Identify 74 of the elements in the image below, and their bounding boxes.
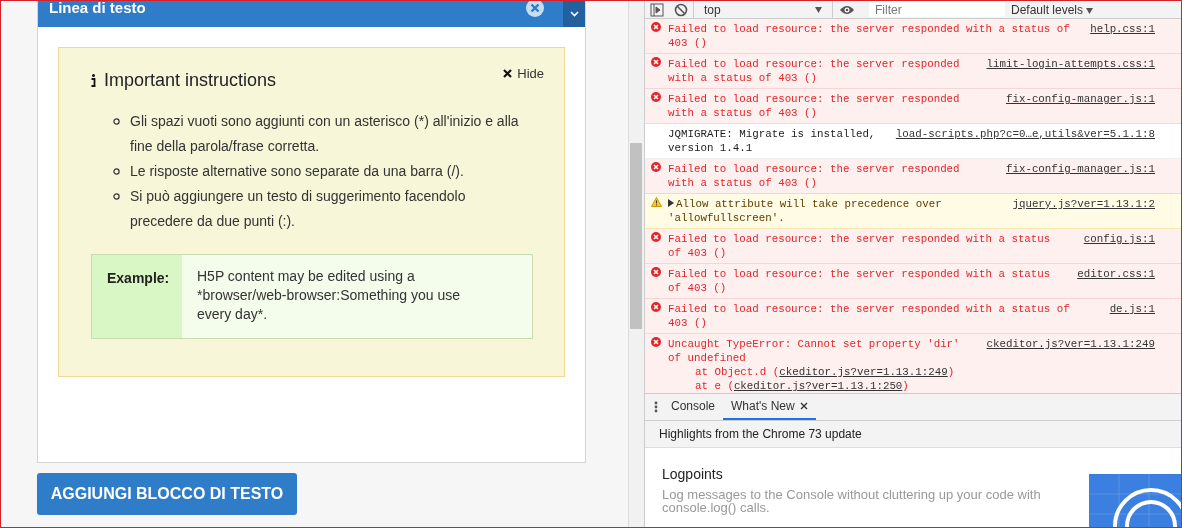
info-icon xyxy=(91,74,96,87)
source-link[interactable]: ckeditor.js?ver=1.13.1:249 xyxy=(986,337,1155,351)
message-text: with a status of 403 () xyxy=(668,106,818,120)
source-link[interactable]: de.js:1 xyxy=(1109,302,1155,316)
feature-description: Log messages to the Console without cluttering up your code with console.log() calls. xyxy=(662,488,1042,514)
whats-new-heading: Highlights from the Chrome 73 update xyxy=(645,421,1181,448)
collapse-button[interactable] xyxy=(563,1,585,27)
source-link[interactable]: editor.css:1 xyxy=(1077,267,1155,281)
context-select[interactable]: top xyxy=(693,1,833,18)
hide-button[interactable]: Hide xyxy=(503,66,544,81)
message-text: with a status of 403 () xyxy=(668,176,818,190)
editor-title: Linea di testo xyxy=(48,1,147,15)
stack-link[interactable]: ckeditor.js?ver=1.13.1:250 xyxy=(733,380,903,392)
message-text: of 403 () xyxy=(668,246,727,260)
message-text: of undefined xyxy=(668,351,746,365)
error-icon xyxy=(651,92,661,102)
message-text: JQMIGRATE: Migrate is installed, xyxy=(668,127,876,141)
close-icon xyxy=(503,69,513,78)
example-text: H5P content may be edited using a *browser/web-browser:Something you use every day*. xyxy=(196,267,461,324)
message-text: of 403 () xyxy=(668,281,727,295)
message-text: Uncaught TypeError: Cannot set property 'dir' xyxy=(668,337,960,351)
source-link[interactable]: fix-config-manager.js:1 xyxy=(1005,92,1155,106)
drawer-tab[interactable]: Console xyxy=(663,394,724,420)
bullet-icon xyxy=(113,168,120,175)
close-icon[interactable] xyxy=(799,402,808,410)
instructions-title: Important instructions xyxy=(104,70,277,91)
message-text: Failed to load resource: the server responded xyxy=(668,57,960,71)
example-label: Example: xyxy=(92,255,182,338)
message-text: Failed to load resource: the server responded xyxy=(668,162,960,176)
source-link[interactable]: load-scripts.php?c=0…e,utils&ver=5.1.1:8 xyxy=(895,127,1155,141)
message-text: Allow attribute will take precedence over xyxy=(668,197,942,211)
error-icon xyxy=(651,232,661,242)
message-text: Failed to load resource: the server responded with a status of xyxy=(668,22,1070,36)
stack-link[interactable]: ckeditor.js?ver=1.13.1:249 xyxy=(779,366,948,378)
message-text: 'allowfullscreen'. xyxy=(668,211,785,225)
instruction-text: Le risposte alternative sono separate da una barra (/). xyxy=(130,162,464,181)
message-text: with a status of 403 () xyxy=(668,71,818,85)
source-link[interactable]: jquery.js?ver=1.13.1:2 xyxy=(1012,197,1155,211)
error-icon xyxy=(651,267,661,277)
error-icon xyxy=(651,22,661,32)
dropdown-caret-icon xyxy=(1086,7,1094,14)
message-text: Failed to load resource: the server responded xyxy=(668,92,960,106)
source-link[interactable]: config.js:1 xyxy=(1083,232,1155,246)
error-icon xyxy=(651,162,661,172)
message-text: 403 () xyxy=(668,36,707,50)
message-text: Failed to load resource: the server responded with a status of xyxy=(668,302,1070,316)
levels-dropdown[interactable]: Default levels xyxy=(1011,2,1094,17)
source-link[interactable]: help.css:1 xyxy=(1090,22,1155,36)
message-text: Failed to load resource: the server responded with a status xyxy=(668,232,1051,246)
source-link[interactable]: limit-login-attempts.css:1 xyxy=(986,57,1155,71)
filter-field[interactable]: Filter xyxy=(869,2,1005,17)
scrollbar-thumb[interactable] xyxy=(630,143,642,329)
scrollbar[interactable] xyxy=(628,1,644,527)
warning-icon xyxy=(651,197,662,207)
chevron-down-icon xyxy=(569,11,579,17)
dropdown-caret-icon xyxy=(815,6,822,13)
stack-trace-line: at Object.d (ckeditor.js?ver=1.13.1:249) xyxy=(694,365,956,379)
error-icon xyxy=(651,57,661,67)
bullet-icon xyxy=(113,118,120,125)
bullet-icon xyxy=(113,193,120,200)
error-icon xyxy=(651,337,661,347)
clear-console-icon[interactable] xyxy=(674,2,688,17)
sidebar-toggle-icon[interactable] xyxy=(650,2,664,17)
expand-triangle-icon[interactable] xyxy=(668,199,674,207)
message-text: 403 () xyxy=(668,316,707,330)
stack-trace-line: at e (ckeditor.js?ver=1.13.1:250) xyxy=(694,379,910,393)
feature-title: Logpoints xyxy=(662,466,724,482)
instruction-text: Gli spazi vuoti sono aggiunti con un asterisco (*) all'inizio e alla fine della parola/frase corretta. xyxy=(130,112,520,156)
add-text-block-button[interactable]: AGGIUNGI BLOCCO DI TESTO xyxy=(37,473,297,515)
message-text: version 1.4.1 xyxy=(668,141,753,155)
instruction-text: Si può aggiungere un testo di suggerimento facendolo precedere da due punti (:). xyxy=(130,187,467,231)
message-text: Failed to load resource: the server responded with a status xyxy=(668,267,1051,281)
source-link[interactable]: fix-config-manager.js:1 xyxy=(1005,162,1155,176)
error-icon xyxy=(651,302,661,312)
